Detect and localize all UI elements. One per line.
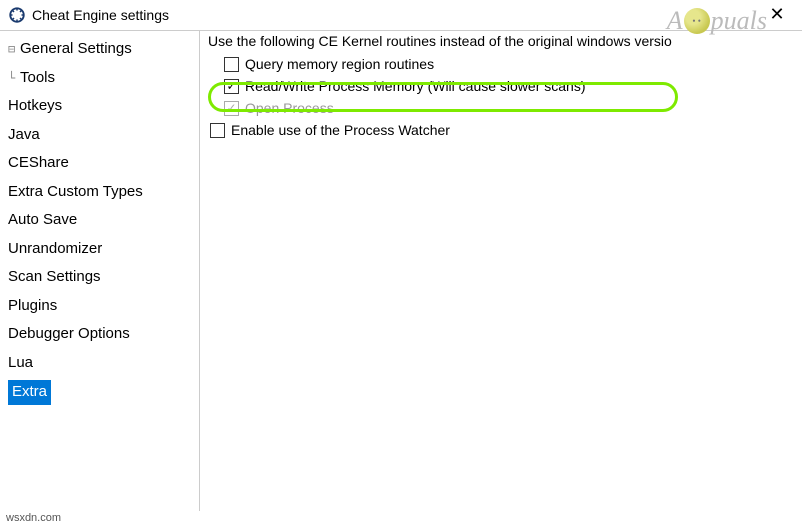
tree-label: General Settings [20,38,132,61]
tree-item-extra-custom-types[interactable]: Extra Custom Types [0,178,199,207]
option-label: Enable use of the Process Watcher [231,122,450,138]
tree-label: Hotkeys [8,95,62,118]
option-read-write-process-memory[interactable]: Read/Write Process Memory (Will cause sl… [220,75,796,97]
titlebar: Cheat Engine settings ✕ [0,0,802,30]
option-enable-process-watcher[interactable]: Enable use of the Process Watcher [206,119,796,141]
option-query-memory-region[interactable]: Query memory region routines [220,53,796,75]
settings-panel: Use the following CE Kernel routines ins… [200,31,802,511]
tree-label: Auto Save [8,209,77,232]
content-area: ⊟ General Settings └ Tools Hotkeys Java … [0,30,802,511]
close-button[interactable]: ✕ [762,4,792,25]
tree-label: Extra Custom Types [8,181,143,204]
tree-label: Java [8,124,40,147]
tree-item-unrandomizer[interactable]: Unrandomizer [0,235,199,264]
window-title: Cheat Engine settings [32,7,169,23]
tree-item-scan-settings[interactable]: Scan Settings [0,263,199,292]
tree-item-lua[interactable]: Lua [0,349,199,378]
tree-item-debugger-options[interactable]: Debugger Options [0,320,199,349]
checkbox-icon[interactable] [224,79,239,94]
app-icon [8,6,26,24]
option-label: Query memory region routines [245,56,434,72]
tree-label: Tools [20,67,55,90]
tree-label: CEShare [8,152,69,175]
tree-item-general-settings[interactable]: ⊟ General Settings [0,35,199,64]
settings-tree: ⊟ General Settings └ Tools Hotkeys Java … [0,31,200,511]
option-label: Open Process [245,100,334,116]
tree-label: Scan Settings [8,266,101,289]
option-label: Read/Write Process Memory (Will cause sl… [245,78,586,94]
tree-item-hotkeys[interactable]: Hotkeys [0,92,199,121]
tree-label: Extra [8,380,51,405]
tree-item-extra[interactable]: Extra [0,377,199,408]
kernel-routines-group-label: Use the following CE Kernel routines ins… [206,33,796,53]
checkbox-icon[interactable] [224,57,239,72]
tree-expand-icon: ⊟ [8,40,20,58]
tree-label: Unrandomizer [8,238,102,261]
tree-label: Lua [8,352,33,375]
tree-item-plugins[interactable]: Plugins [0,292,199,321]
tree-label: Plugins [8,295,57,318]
tree-label: Debugger Options [8,323,130,346]
tree-item-auto-save[interactable]: Auto Save [0,206,199,235]
option-open-process: Open Process [220,97,796,119]
footer-source: wsxdn.com [6,512,61,524]
tree-item-java[interactable]: Java [0,121,199,150]
checkbox-icon[interactable] [210,123,225,138]
tree-item-tools[interactable]: └ Tools [0,64,199,93]
tree-branch-icon: └ [8,69,20,87]
tree-item-ceshare[interactable]: CEShare [0,149,199,178]
checkbox-icon [224,101,239,116]
